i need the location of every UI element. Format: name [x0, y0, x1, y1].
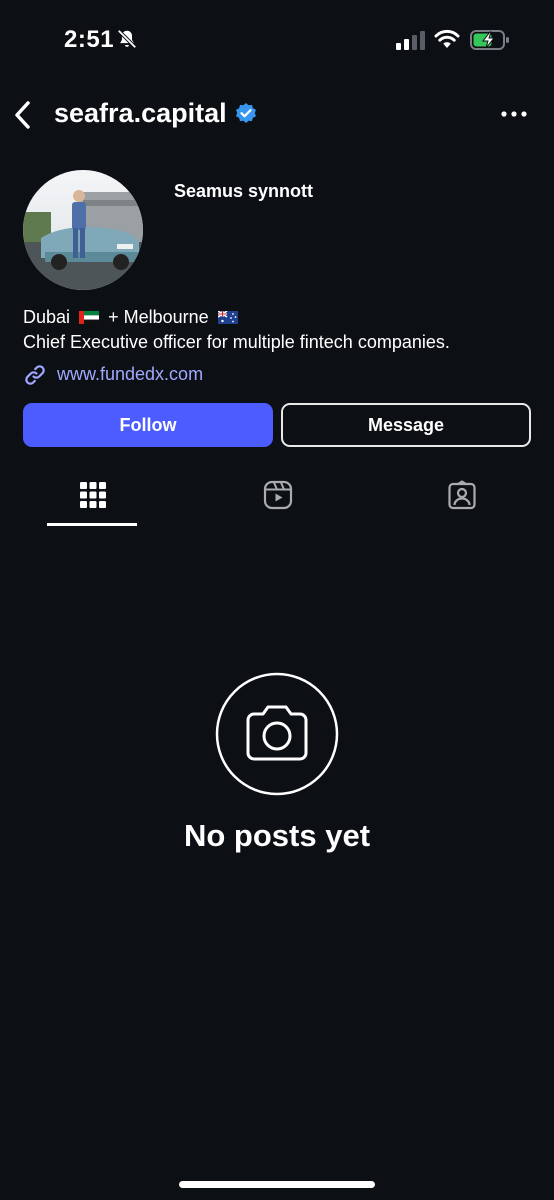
bio-city-dubai: Dubai	[23, 307, 71, 327]
tab-tagged[interactable]	[416, 476, 506, 526]
profile-link-text[interactable]: www.fundedx.com	[57, 364, 203, 385]
link-icon	[25, 365, 45, 385]
profile-header: seafra.capital	[0, 92, 554, 138]
status-bar: 2:51	[0, 0, 554, 80]
more-options-icon[interactable]	[498, 104, 530, 124]
follow-button[interactable]: Follow	[23, 403, 273, 447]
uae-flag-icon	[79, 311, 100, 324]
active-tab-indicator	[47, 523, 137, 526]
profile-screen: 2:51 seafra.capital Seamus synnott Dubai…	[0, 0, 554, 1200]
back-chevron-icon[interactable]	[10, 98, 36, 132]
cellular-signal-icon	[396, 31, 425, 50]
reels-icon	[263, 480, 293, 510]
profile-username: seafra.capital	[54, 98, 227, 128]
avatar-photo	[23, 170, 143, 290]
australia-flag-icon	[217, 311, 238, 324]
home-indicator[interactable]	[179, 1181, 375, 1188]
empty-state-title: No posts yet	[183, 818, 371, 853]
tagged-person-icon	[448, 480, 476, 510]
battery-charging-icon	[470, 30, 509, 50]
profile-avatar[interactable]	[23, 170, 143, 290]
tab-reels[interactable]	[232, 476, 322, 526]
wifi-icon	[434, 29, 460, 48]
message-button[interactable]: Message	[281, 403, 531, 447]
display-name: Seamus synnott	[174, 181, 314, 201]
camera-icon	[215, 672, 339, 796]
status-time: 2:51	[64, 26, 115, 53]
tab-posts-grid[interactable]	[47, 476, 137, 526]
bio-description: Chief Executive officer for multiple fin…	[23, 332, 450, 352]
bio-location: Dubai + Melbourne	[23, 307, 242, 328]
bio-city-melbourne: + Melbourne	[108, 307, 209, 327]
verified-badge-icon	[236, 103, 256, 123]
grid-icon	[80, 482, 106, 508]
bell-slash-icon	[117, 29, 137, 49]
